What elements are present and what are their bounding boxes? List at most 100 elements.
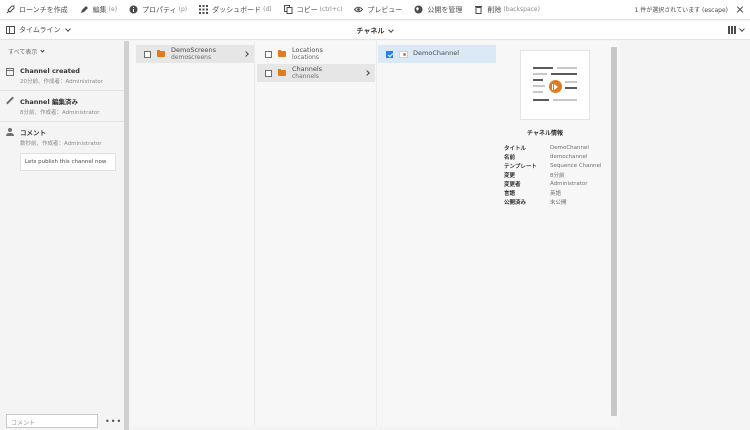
column-divider	[376, 41, 377, 426]
preview-label: プレビュー	[367, 5, 403, 14]
info-key: テンプレート	[504, 163, 537, 170]
pencil-icon	[6, 97, 14, 105]
item-subtitle: channels	[292, 73, 319, 80]
info-value: Sequence Channel	[550, 162, 602, 169]
page-title-text: チャネル	[356, 26, 385, 35]
timeline-item: Channel 編集済み 8分前、作成者：Administrator	[0, 91, 124, 122]
page-title: チャネル	[0, 21, 750, 40]
info-row: 変更者 Administrator	[504, 179, 601, 188]
item-checkbox[interactable]	[144, 50, 151, 58]
manage-publication-label: 公開を管理	[427, 5, 463, 14]
item-checkbox[interactable]	[265, 69, 272, 77]
chevron-down-icon	[64, 26, 71, 32]
timeline-filter[interactable]: すべて表示	[0, 41, 124, 62]
grid-icon	[199, 5, 209, 14]
folder-icon	[157, 49, 165, 57]
info-row: 公開済み 未公開	[504, 197, 601, 206]
rail-scrollbar[interactable]	[124, 41, 129, 430]
dashboard-shortcut: (d)	[263, 6, 272, 13]
timeline-item: Channel created 20分前、作成者：Administrator	[0, 62, 124, 91]
create-launch-button[interactable]: ローンチを作成	[0, 0, 74, 20]
calendar-icon	[6, 68, 14, 76]
properties-button[interactable]: プロパティ (p)	[123, 0, 193, 20]
timeline-item-title: コメント	[20, 129, 46, 137]
item-checkbox[interactable]	[265, 50, 272, 58]
dashboard-label: ダッシュボード	[212, 5, 262, 14]
rail-toggle[interactable]: タイムライン	[0, 25, 71, 35]
user-icon	[6, 128, 14, 136]
column-item-locations[interactable]: Locations locations	[257, 45, 375, 63]
item-subtitle: locations	[292, 54, 319, 61]
properties-label: プロパティ	[142, 5, 177, 14]
timeline-item-title: Channel 編集済み	[20, 98, 78, 106]
copy-icon	[283, 5, 293, 14]
action-bar: ローンチを作成 編集 (e) プロパティ (p) ダッシュボード (d) コピー…	[0, 0, 750, 20]
copy-shortcut: (ctrl+c)	[319, 6, 343, 13]
info-value: demochannel	[550, 153, 588, 160]
pencil-icon	[80, 5, 89, 14]
close-icon[interactable]	[734, 4, 746, 16]
chevron-right-icon	[243, 51, 249, 57]
item-title: Locations	[292, 45, 323, 54]
column-item-channels[interactable]: Channels channels	[257, 64, 375, 82]
info-key: 名前	[504, 154, 516, 161]
edit-button[interactable]: 編集 (e)	[74, 0, 123, 20]
info-row: 言語 英語	[504, 188, 601, 197]
timeline-item-meta: 8分前、作成者：Administrator	[20, 110, 100, 116]
timeline-item-title: Channel created	[20, 67, 80, 75]
info-key: 言語	[504, 190, 516, 197]
info-icon	[129, 5, 138, 14]
info-value: Administrator	[550, 180, 588, 187]
edit-label: 編集	[92, 5, 107, 14]
channel-preview-thumbnail	[520, 50, 590, 120]
info-value: 未公開	[550, 199, 567, 206]
item-checkbox-checked[interactable]	[386, 50, 393, 58]
info-value: 英語	[550, 190, 562, 197]
info-value: 8分前	[550, 172, 565, 179]
manage-publication-button[interactable]: 公開を管理	[408, 0, 468, 20]
properties-shortcut: (p)	[178, 6, 188, 13]
info-key: 変更者	[504, 181, 521, 188]
info-row: タイトル DemoChannel	[504, 143, 601, 152]
header-bar: タイムライン チャネル	[0, 21, 750, 40]
column-item-demoscreens[interactable]: DemoScreens demoscreens	[136, 45, 254, 63]
eye-icon	[354, 5, 364, 14]
info-key: 変更	[504, 172, 516, 179]
chevron-right-icon	[364, 70, 370, 76]
trash-icon	[474, 5, 483, 14]
selection-status: 1 件が選択されています (escape)	[634, 7, 728, 14]
delete-shortcut: (backspace)	[503, 6, 540, 13]
chevron-down-icon	[388, 26, 395, 33]
dashboard-button[interactable]: ダッシュボード (d)	[193, 0, 278, 20]
comment-input[interactable]: コメント	[6, 414, 98, 428]
timeline-item-meta: 数秒前、作成者：Administrator	[20, 141, 102, 147]
edit-shortcut: (e)	[108, 6, 118, 13]
rocket-icon	[6, 5, 15, 14]
column-divider	[254, 41, 255, 426]
main-scrollbar[interactable]	[611, 47, 617, 416]
globe-icon	[414, 5, 423, 14]
delete-label: 削除	[487, 5, 502, 14]
folder-icon	[278, 49, 286, 57]
timeline-item-meta: 20分前、作成者：Administrator	[20, 79, 103, 85]
rail-toggle-label: タイムライン	[19, 26, 61, 34]
view-switcher[interactable]	[728, 26, 745, 34]
rail-icon	[6, 26, 15, 34]
more-options-icon[interactable]: •••	[105, 417, 122, 426]
play-icon	[549, 80, 562, 93]
comment-bubble: Lets publish this channel now	[20, 153, 116, 171]
info-value: DemoChannel	[550, 144, 589, 151]
copy-button[interactable]: コピー (ctrl+c)	[278, 0, 349, 20]
column-item-demochannel[interactable]: DemoChannel	[378, 45, 496, 63]
info-key: 公開済み	[504, 199, 527, 206]
item-subtitle: demoscreens	[171, 54, 212, 61]
item-title: DemoScreens	[171, 45, 217, 54]
channel-thumbnail-icon	[399, 50, 408, 58]
column-view-icon	[728, 26, 736, 34]
info-heading: チャネル情報	[527, 130, 563, 137]
timeline-filter-label: すべて表示	[8, 49, 38, 56]
create-launch-label: ローンチを作成	[19, 5, 68, 14]
info-key: タイトル	[504, 145, 527, 152]
preview-button[interactable]: プレビュー	[348, 0, 408, 20]
delete-button[interactable]: 削除 (backspace)	[468, 0, 546, 20]
